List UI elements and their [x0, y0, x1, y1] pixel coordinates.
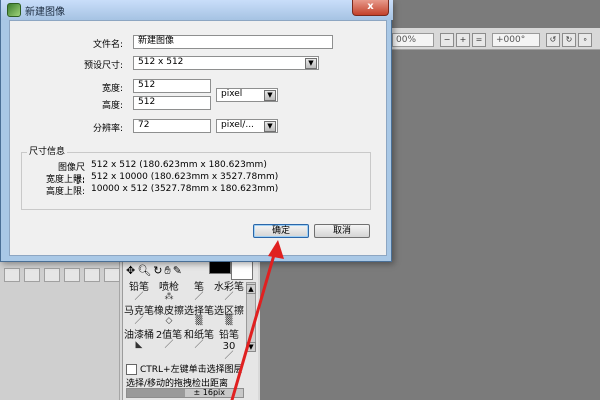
pencil-icon: ／	[134, 292, 144, 302]
new-folder-icon[interactable]	[24, 268, 40, 282]
app-icon	[7, 3, 21, 17]
copy-layer-icon[interactable]	[44, 268, 60, 282]
eraser-icon: ◇	[165, 316, 173, 326]
merge-layer-icon[interactable]	[84, 268, 100, 282]
tool-bucket[interactable]: 油漆桶 ◣	[124, 330, 154, 350]
resolution-input[interactable]: 72	[133, 119, 211, 133]
height-label: 高度:	[101, 101, 123, 111]
brush-tool-grid: 铅笔／ 喷枪 ⁂ 笔／ 水彩笔／ 马克笔／ 橡皮擦 ◇ 选择笔 ▒ 选区擦 ▒ 油漆桶 ◣…	[124, 282, 244, 362]
size-info-title: 尺寸信息	[27, 144, 68, 157]
filename-label: 文件名:	[92, 40, 123, 50]
ctrl-select-label: CTRL+左键单击选择图层	[140, 365, 243, 375]
cancel-button[interactable]: 取消	[314, 224, 370, 238]
marker-icon: ／	[134, 316, 144, 326]
height-input[interactable]: 512	[133, 96, 211, 110]
zoom-out-button[interactable]: −	[440, 33, 454, 47]
layer-buttons	[0, 268, 120, 284]
resolution-unit-value: pixel/...	[221, 120, 254, 130]
width-limit-value: 512 x 10000 (180.623mm x 3527.78mm)	[91, 172, 279, 182]
tool-washi-pen[interactable]: 和纸笔／	[184, 330, 214, 350]
tool-binary-pen[interactable]: 2值笔／	[154, 330, 184, 350]
clear-layer-icon[interactable]	[104, 268, 120, 282]
hand-icon[interactable]: ✋︎	[164, 264, 172, 277]
tool-pencil[interactable]: 铅笔／	[124, 282, 154, 302]
tool-eraser[interactable]: 橡皮擦 ◇	[154, 306, 184, 326]
scroll-up-icon[interactable]: ▲	[246, 284, 256, 294]
ctrl-select-option[interactable]: CTRL+左键单击选择图层	[126, 362, 256, 375]
rotate-icon[interactable]: ↻	[153, 264, 164, 277]
rotation-field[interactable]: +000°	[492, 33, 540, 47]
drag-distance-fill	[127, 389, 185, 397]
zoom-in-button[interactable]: +	[456, 33, 470, 47]
ctrl-select-checkbox[interactable]	[126, 364, 137, 375]
brush-icon: ／	[194, 292, 204, 302]
unit-value: pixel	[221, 89, 243, 99]
tool-select-pen[interactable]: 选择笔 ▒	[184, 306, 214, 326]
zoom-icon[interactable]: 🔍︎	[137, 264, 153, 277]
resolution-label: 分辨率:	[92, 124, 123, 134]
select-eraser-icon: ▒	[225, 316, 233, 326]
chevron-down-icon[interactable]: ▼	[264, 90, 276, 101]
close-button[interactable]: x	[352, 0, 389, 16]
preset-label: 预设尺寸:	[83, 61, 123, 71]
resolution-unit-select[interactable]: pixel/... ▼	[216, 119, 278, 133]
tool-select-eraser[interactable]: 选区擦 ▒	[214, 306, 244, 326]
navigation-tools: ✥🔍︎↻✋︎✎	[126, 264, 216, 278]
tool-airbrush[interactable]: 喷枪 ⁂	[154, 282, 184, 302]
pencil30-icon: ／	[224, 351, 234, 361]
height-limit-value: 10000 x 512 (3527.78mm x 180.623mm)	[91, 184, 279, 194]
ok-button[interactable]: 确定	[253, 224, 309, 238]
rotate-reset-button[interactable]: ∘	[578, 33, 592, 47]
drag-distance-slider[interactable]: ± 16pix	[126, 388, 244, 398]
chevron-down-icon[interactable]: ▼	[305, 58, 317, 69]
binary-pen-icon: ／	[164, 340, 174, 350]
width-input[interactable]: 512	[133, 79, 211, 93]
preset-select[interactable]: 512 x 512 ▼	[133, 56, 319, 70]
zoom-field[interactable]: 00%	[392, 33, 434, 47]
watercolor-icon: ／	[224, 292, 234, 302]
height-limit-label: 高度上限:	[45, 187, 85, 197]
tool-marker[interactable]: 马克笔／	[124, 306, 154, 326]
tool-brush[interactable]: 笔／	[184, 282, 214, 302]
trash-icon[interactable]	[64, 268, 80, 282]
tool-pencil30[interactable]: 铅笔30 ／	[214, 330, 244, 361]
new-image-dialog: 新建图像 x 文件名: 新建图像 预设尺寸: 512 x 512 ▼ 宽度: 5…	[0, 0, 393, 262]
filename-input[interactable]: 新建图像	[133, 35, 333, 49]
dialog-title: 新建图像	[25, 7, 65, 18]
unit-select[interactable]: pixel ▼	[216, 88, 278, 102]
chevron-down-icon[interactable]: ▼	[264, 121, 276, 132]
select-pen-icon: ▒	[195, 316, 203, 326]
drag-distance-value: ± 16pix	[193, 388, 225, 397]
tool-label: 铅笔30	[219, 330, 239, 352]
rotate-left-button[interactable]: ↺	[546, 33, 560, 47]
preset-value: 512 x 512	[138, 57, 184, 67]
tool-watercolor[interactable]: 水彩笔／	[214, 282, 244, 302]
drag-distance-label: 选择/移动的拖拽检出距离	[126, 379, 229, 389]
zoom-reset-button[interactable]: =	[472, 33, 486, 47]
rotate-right-button[interactable]: ↻	[562, 33, 576, 47]
width-label: 宽度:	[101, 84, 123, 94]
move-icon[interactable]: ✥	[126, 264, 137, 277]
airbrush-icon: ⁂	[164, 292, 174, 302]
scroll-down-icon[interactable]: ▼	[246, 342, 256, 352]
bucket-icon: ◣	[135, 340, 143, 350]
eyedropper-icon[interactable]: ✎	[173, 264, 184, 277]
new-layer-icon[interactable]	[4, 268, 20, 282]
washi-pen-icon: ／	[194, 340, 204, 350]
image-size-value: 512 x 512 (180.623mm x 180.623mm)	[91, 160, 267, 170]
